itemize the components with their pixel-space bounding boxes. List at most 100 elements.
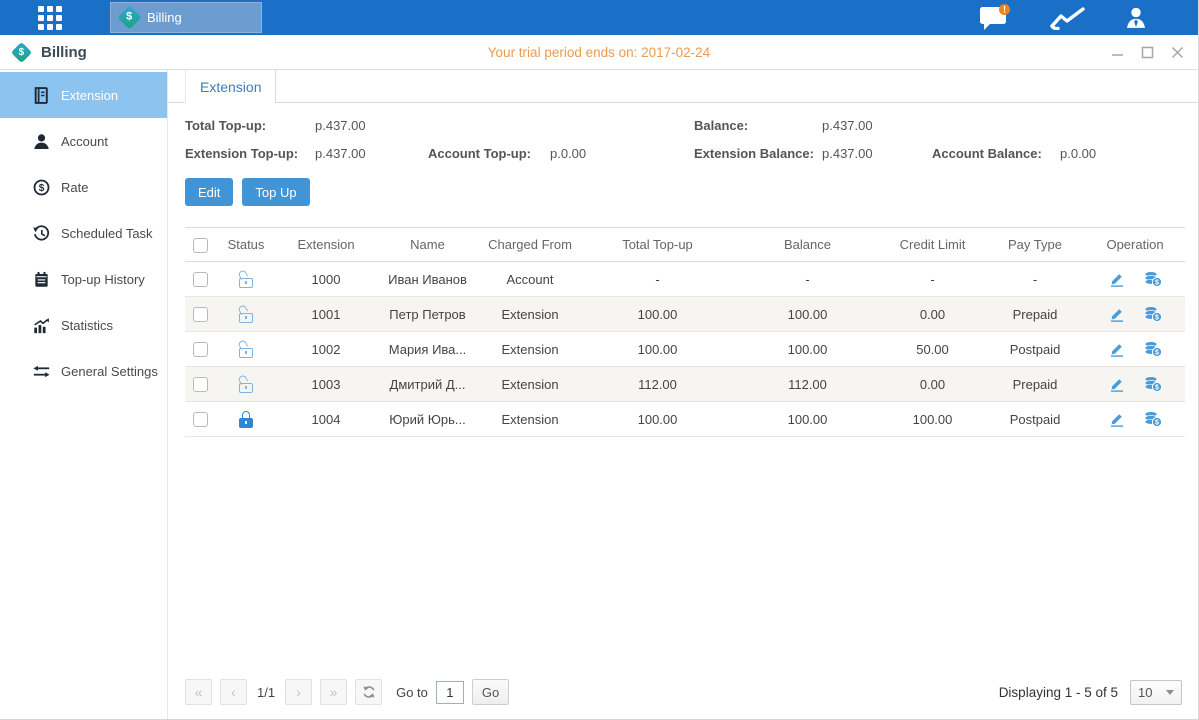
person-icon [33,133,50,150]
svg-text:$: $ [1155,385,1159,392]
table-row: 1002 Мария Ива... Extension 100.00 100.0… [185,332,1185,367]
top-up-coins-icon[interactable]: $ [1144,306,1162,322]
table-header-row: Status Extension Name Charged From Total… [185,228,1185,262]
row-checkbox[interactable] [193,412,208,427]
account-balance-value: p.0.00 [1060,146,1184,161]
extension-topup-label: Extension Top-up: [185,146,315,161]
goto-label: Go to [396,685,428,700]
col-pay-type: Pay Type [985,228,1085,262]
edit-button[interactable]: Edit [185,178,233,206]
extensions-table: Status Extension Name Charged From Total… [185,227,1184,437]
minimize-icon[interactable] [1111,46,1124,59]
cell-name: Дмитрий Д... [375,367,480,402]
top-up-button[interactable]: Top Up [242,178,309,206]
cell-pay-type: - [985,262,1085,297]
table-row: 1004 Юрий Юрь... Extension 100.00 100.00… [185,402,1185,437]
go-button[interactable]: Go [472,679,509,705]
topbar-right-icons: ! [979,4,1146,31]
row-checkbox[interactable] [193,377,208,392]
account-balance-label: Account Balance: [932,146,1060,161]
lock-status-icon [239,271,254,288]
svg-text:!: ! [1003,5,1006,15]
maximize-icon[interactable] [1141,46,1154,59]
col-extension: Extension [277,228,375,262]
billing-dollar-icon: $ [117,5,141,29]
col-status: Status [215,228,277,262]
cell-name: Мария Ива... [375,332,480,367]
row-checkbox[interactable] [193,307,208,322]
col-charged-from: Charged From [480,228,580,262]
extension-topup-value: p.437.00 [315,146,428,161]
close-icon[interactable] [1171,46,1184,59]
row-checkbox[interactable] [193,272,208,287]
sidebar-item-account[interactable]: Account [0,118,167,164]
top-up-coins-icon[interactable]: $ [1144,341,1162,357]
first-page-button[interactable]: « [185,679,212,705]
edit-icon[interactable] [1109,271,1125,287]
balance-label: Balance: [694,118,822,133]
prev-page-button[interactable]: ‹ [220,679,247,705]
select-all-checkbox[interactable] [193,238,208,253]
sidebar-item-label: Scheduled Task [61,226,153,241]
svg-text:$: $ [1155,315,1159,322]
account-topup-label: Account Top-up: [428,146,550,161]
main-panel: Extension Total Top-up: p.437.00 Balance… [168,70,1198,719]
cell-charged-from: Extension [480,332,580,367]
col-total-topup: Total Top-up [580,228,735,262]
row-checkbox[interactable] [193,342,208,357]
edit-icon[interactable] [1109,376,1125,392]
chevron-down-icon [1166,690,1174,695]
svg-text:$: $ [1155,350,1159,357]
col-credit-limit: Credit Limit [880,228,985,262]
top-up-coins-icon[interactable]: $ [1144,376,1162,392]
refresh-button[interactable] [355,679,382,705]
svg-text:$: $ [1155,280,1159,287]
account-topup-value: p.0.00 [550,146,694,161]
sidebar-item-label: General Settings [61,364,158,379]
trial-period-message: Your trial period ends on: 2017-02-24 [0,45,1198,60]
dollar-circle-icon: $ [33,179,50,196]
next-page-button[interactable]: › [285,679,312,705]
sidebar-item-statistics[interactable]: Statistics [0,302,167,348]
cell-total-topup: - [580,262,735,297]
cell-extension: 1000 [277,262,375,297]
sidebar-item-rate[interactable]: $ Rate [0,164,167,210]
sidebar-item-extension[interactable]: Extension [0,72,167,118]
sidebar-item-scheduled-task[interactable]: Scheduled Task [0,210,167,256]
table-row: 1000 Иван Иванов Account - - - - $ [185,262,1185,297]
sidebar-item-label: Top-up History [61,272,145,287]
sidebar-item-topup-history[interactable]: Top-up History [0,256,167,302]
cell-charged-from: Extension [480,297,580,332]
cell-extension: 1004 [277,402,375,437]
top-up-coins-icon[interactable]: $ [1144,271,1162,287]
lock-status-icon [239,411,254,428]
edit-icon[interactable] [1109,341,1125,357]
cell-balance: 112.00 [735,367,880,402]
last-page-button[interactable]: » [320,679,347,705]
cell-total-topup: 100.00 [580,402,735,437]
sidebar: Extension Account $ Rate [0,70,168,719]
sidebar-item-label: Extension [61,88,118,103]
cell-pay-type: Prepaid [985,367,1085,402]
edit-icon[interactable] [1109,411,1125,427]
app-grid-icon[interactable] [38,6,62,30]
billing-app-window: $ Billing ! [0,0,1199,720]
cell-balance: - [735,262,880,297]
col-name: Name [375,228,480,262]
goto-page-input[interactable] [436,681,464,704]
cell-extension: 1001 [277,297,375,332]
edit-icon[interactable] [1109,306,1125,322]
page-size-select[interactable]: 10 [1130,680,1182,705]
cell-balance: 100.00 [735,332,880,367]
user-account-icon[interactable] [1126,7,1146,29]
sidebar-item-general-settings[interactable]: General Settings [0,348,167,394]
billing-app-tab[interactable]: $ Billing [110,2,262,33]
table-row: 1001 Петр Петров Extension 100.00 100.00… [185,297,1185,332]
statistics-chart-icon[interactable] [1050,6,1086,30]
cell-charged-from: Extension [480,402,580,437]
top-up-coins-icon[interactable]: $ [1144,411,1162,427]
extension-content: Total Top-up: p.437.00 Balance: p.437.00… [168,103,1198,719]
tab-extension[interactable]: Extension [185,70,276,103]
cell-credit-limit: 100.00 [880,402,985,437]
notifications-icon[interactable]: ! [979,4,1010,31]
